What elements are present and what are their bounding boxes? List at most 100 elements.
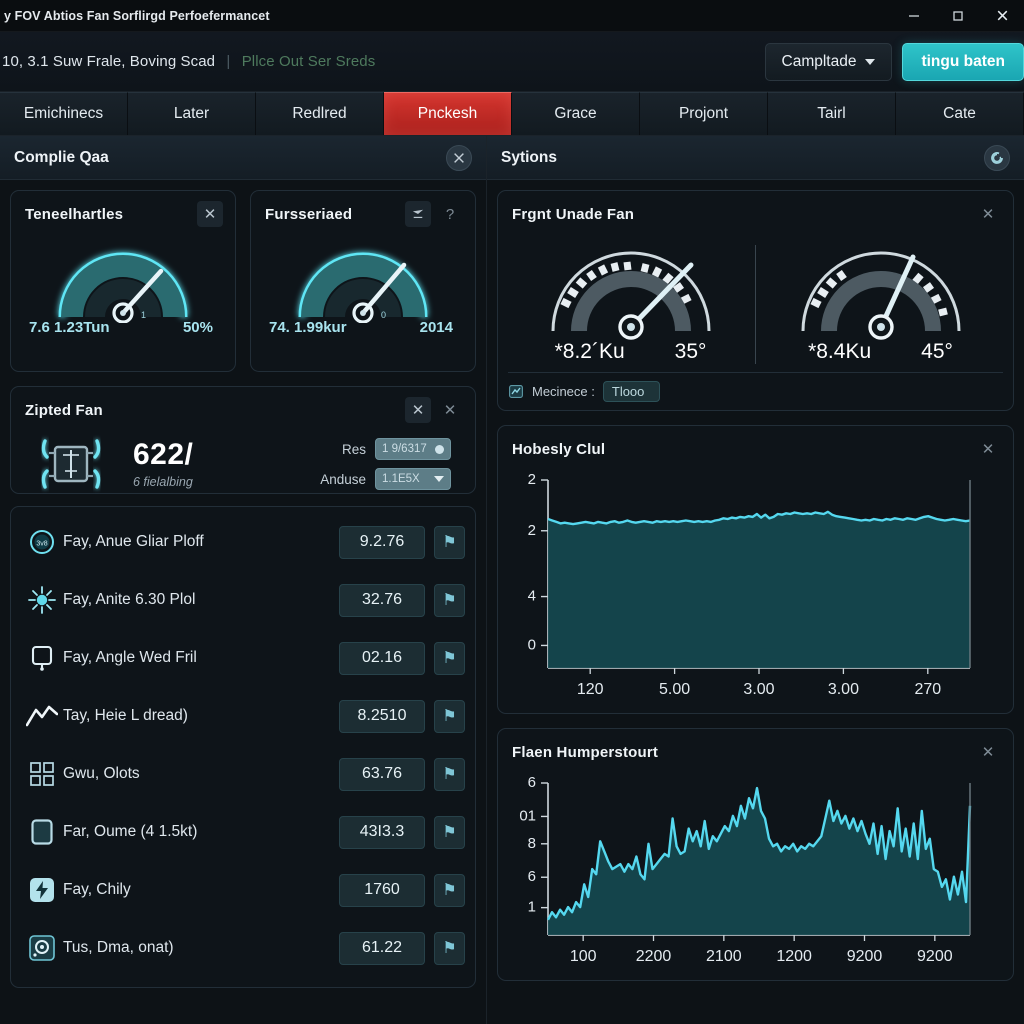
gauge-card-0-title: Teneelhartles: [25, 205, 124, 223]
list-item-label: Fay, Anue Gliar Ploff: [63, 533, 204, 550]
svg-text:1: 1: [528, 899, 536, 916]
svg-text:6: 6: [528, 868, 536, 885]
badge-circle-icon: 3v8: [21, 529, 63, 555]
close-icon[interactable]: ✕: [975, 739, 1001, 765]
list-item[interactable]: Gwu, Olots 63.76 ⚑: [21, 745, 465, 803]
list-item[interactable]: Fay, Anite 6.30 Plol 32.76 ⚑: [21, 571, 465, 629]
close-icon[interactable]: ✕: [197, 201, 223, 227]
dual-gauge-left-angle: 35°: [674, 340, 707, 363]
tab-grace[interactable]: Grace: [512, 92, 640, 135]
flag-icon[interactable]: ⚑: [434, 815, 465, 849]
list-item[interactable]: Tay, Heie L dread) 8.2510 ⚑: [21, 687, 465, 745]
tab-tairl[interactable]: Tairl: [768, 92, 896, 135]
list-item-value[interactable]: 32.76: [339, 583, 425, 617]
metrics-list-card: 3v8 Fay, Anue Gliar Ploff 9.2.76 ⚑ Fay, Anit…: [10, 506, 476, 988]
list-item-label: Gwu, Olots: [63, 765, 140, 782]
gauge-card-0-header: Teneelhartles ✕: [11, 191, 235, 231]
close-secondary-icon[interactable]: ✕: [437, 397, 463, 423]
list-item[interactable]: Far, Oume (4 1.5kt) 43I3.3 ⚑: [21, 803, 465, 861]
svg-text:3v8: 3v8: [36, 541, 47, 548]
campltade-dropdown-button[interactable]: Campltade: [764, 42, 893, 81]
svg-text:9200: 9200: [917, 948, 953, 965]
list-item-value[interactable]: 8.2510: [339, 699, 425, 733]
flag-icon[interactable]: ⚑: [434, 583, 465, 617]
fan-field-anduse-select[interactable]: 1.1E5X: [375, 468, 451, 490]
right-panel-header-action[interactable]: [984, 144, 1010, 171]
svg-text:01: 01: [519, 807, 536, 824]
list-item[interactable]: Fay, Chily 1760 ⚑: [21, 861, 465, 919]
tab-label: Projont: [678, 105, 729, 122]
fan-sublabel: 6 fielalbing: [133, 474, 193, 489]
toolbar: 10, 3.1 Suw Frale, Boving Scad | Pllce O…: [0, 32, 1024, 92]
subtitle-secondary: Pllce Out Ser Sreds: [241, 53, 376, 70]
list-item-value[interactable]: 43I3.3: [339, 815, 425, 849]
tab-label: Later: [173, 105, 210, 122]
list-item-value[interactable]: 9.2.76: [339, 525, 425, 559]
dual-gauge-footer-label: Mecinece :: [532, 384, 595, 399]
tab-later[interactable]: Later: [128, 92, 256, 135]
dual-gauge-visuals: *8.2´Ku 35° *8.4Ku 45°: [498, 231, 1013, 364]
dual-gauge-left: *8.2´Ku 35°: [506, 235, 755, 364]
dual-gauge-footer: Mecinece : Tlooo: [508, 372, 1003, 402]
minimize-icon[interactable]: [892, 0, 936, 32]
dual-gauge-left-values: *8.2´Ku 35°: [506, 340, 755, 364]
tab-projont[interactable]: Projont: [640, 92, 768, 135]
gauge-card-1-value-left: 74. 1.99kur: [269, 319, 347, 336]
svg-text:270: 270: [914, 681, 941, 698]
close-icon[interactable]: ✕: [405, 397, 431, 423]
fan-value: 622/: [133, 437, 194, 471]
flag-icon[interactable]: ⚑: [434, 641, 465, 675]
list-item[interactable]: Tus, Dma, onat) 61.22 ⚑: [21, 919, 465, 977]
fan-field-anduse-label: Anduse: [320, 471, 366, 487]
tab-label: Emichinecs: [23, 105, 104, 122]
list-item-value[interactable]: 02.16: [339, 641, 425, 675]
tab-emichinecs[interactable]: Emichinecs: [0, 92, 128, 135]
list-item-value[interactable]: 1760: [339, 873, 425, 907]
svg-text:100: 100: [570, 948, 597, 965]
fan-readout: 622/ 6 fielalbing: [133, 437, 194, 489]
dual-gauge-card-actions: ✕: [975, 201, 1001, 227]
dual-gauge-card-header: Frgnt Unade Fan ✕: [498, 191, 1013, 231]
chart-card-1-actions: ✕: [975, 739, 1001, 765]
left-panel-body: Teneelhartles ✕ 1 7.6 1.23Tun 50% Fursse…: [0, 180, 486, 1024]
close-icon[interactable]: [980, 0, 1024, 32]
status-dot-icon: [435, 444, 444, 454]
left-panel: Complie Qaa Teneelhartles ✕ 1 7.6 1.23Tu…: [0, 136, 487, 1024]
help-icon[interactable]: ?: [437, 201, 463, 227]
flag-icon[interactable]: ⚑: [434, 873, 465, 907]
gauge-card-row: Teneelhartles ✕ 1 7.6 1.23Tun 50% Fursse…: [10, 190, 476, 372]
tab-cate[interactable]: Cate: [896, 92, 1024, 135]
flag-icon[interactable]: ⚑: [434, 699, 465, 733]
flag-icon[interactable]: ⚑: [434, 525, 465, 559]
right-panel-header: Sytions: [487, 136, 1024, 180]
chart-card-1-header: Flaen Humperstourt ✕: [498, 729, 1013, 769]
svg-text:6: 6: [528, 774, 536, 791]
flag-icon[interactable]: ⚑: [434, 757, 465, 791]
tab-redlred[interactable]: Redlred: [256, 92, 384, 135]
list-item-value[interactable]: 63.76: [339, 757, 425, 791]
edit-icon[interactable]: [405, 201, 431, 227]
fan-field-res-select[interactable]: 1 9/6317: [375, 438, 451, 460]
fan-card-body: 622/ 6 fielalbing Res 1 9/6317 Anduse 1.…: [11, 427, 475, 501]
list-item-value[interactable]: 61.22: [339, 931, 425, 965]
toolbar-subtitle: 10, 3.1 Suw Frale, Boving Scad | Pllce O…: [2, 53, 375, 70]
list-item-label: Far, Oume (4 1.5kt): [63, 823, 198, 840]
lightning-icon: [21, 877, 63, 903]
primary-action-button[interactable]: tingu baten: [902, 42, 1024, 81]
close-icon[interactable]: ✕: [975, 201, 1001, 227]
gauge-card-1-value-right: 2014: [419, 319, 453, 336]
close-icon[interactable]: ✕: [975, 436, 1001, 462]
maximize-icon[interactable]: [936, 0, 980, 32]
dual-gauge-right-value: *8.4Ku: [808, 340, 872, 363]
flag-icon[interactable]: ⚑: [434, 931, 465, 965]
list-item[interactable]: Fay, Angle Wed Fril 02.16 ⚑: [21, 629, 465, 687]
list-item-label: Fay, Anite 6.30 Plol: [63, 591, 196, 608]
left-panel-header-action[interactable]: [446, 144, 472, 171]
chevron-down-icon: [434, 476, 444, 482]
list-item[interactable]: 3v8 Fay, Anue Gliar Ploff 9.2.76 ⚑: [21, 513, 465, 571]
dual-gauge-footer-select[interactable]: Tlooo: [602, 381, 661, 402]
tab-pnckesh[interactable]: Pnckesh: [384, 92, 512, 135]
sunburst-icon: [21, 586, 63, 614]
chevron-down-icon: [865, 58, 876, 65]
left-panel-header: Complie Qaa: [0, 136, 486, 180]
